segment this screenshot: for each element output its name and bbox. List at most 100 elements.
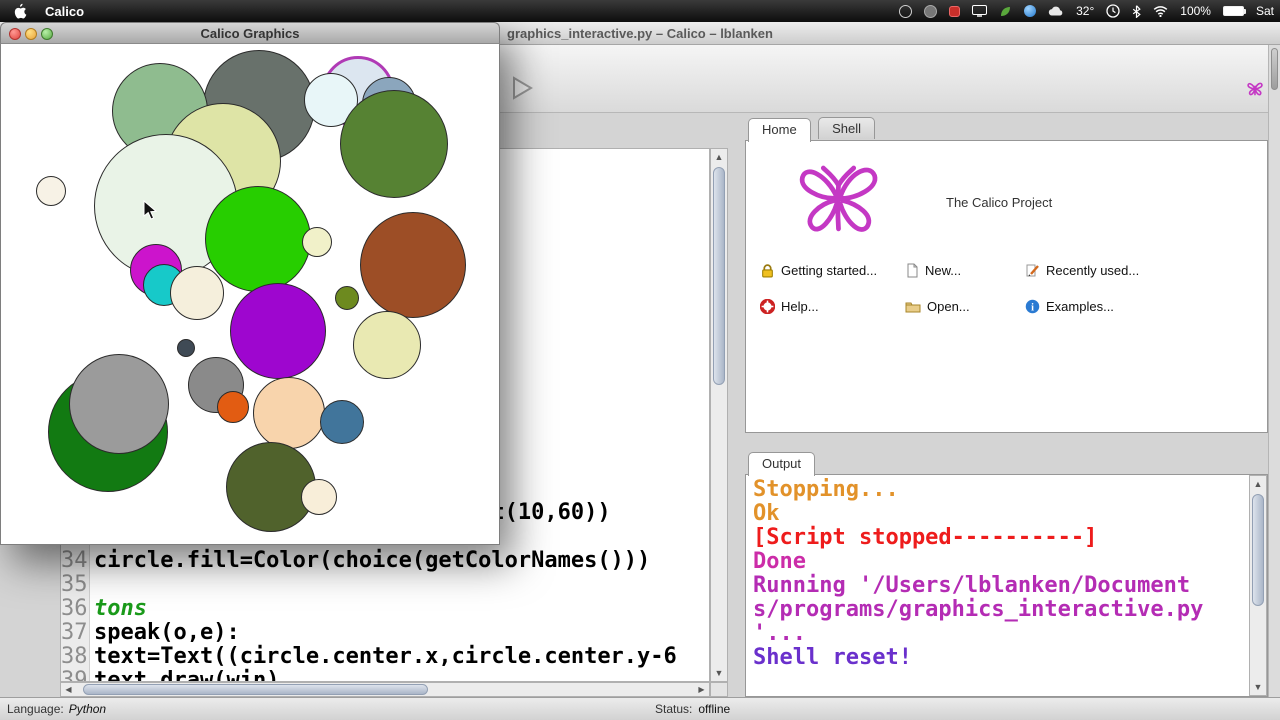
bluetooth-icon[interactable] (1132, 4, 1142, 18)
wifi-icon[interactable] (1153, 5, 1168, 17)
status-value: offline (698, 702, 731, 716)
recently-used-link[interactable]: Recently used... (1025, 263, 1139, 278)
recent-pencil-icon (1026, 264, 1039, 277)
code-text: speak(o,e): (94, 620, 240, 645)
zoom-button[interactable] (41, 28, 53, 40)
new-link[interactable]: New... (905, 263, 961, 278)
menubar-app-name[interactable]: Calico (45, 4, 84, 19)
line-number: 38 (61, 644, 88, 669)
editor-horizontal-scrollbar[interactable]: ◀ ▶ (60, 682, 710, 697)
battery-icon[interactable] (1222, 6, 1246, 16)
editor-vscroll-thumb[interactable] (713, 167, 725, 385)
getting-started-link[interactable]: Getting started... (760, 263, 877, 278)
code-line[interactable]: 38 text=Text((circle.center.x,circle.cent… (61, 645, 709, 669)
drawn-circle (69, 354, 169, 454)
scroll-up-arrow[interactable]: ▲ (1250, 476, 1266, 492)
output-line: Ok (753, 501, 780, 526)
battery-percent-label[interactable]: 100% (1180, 4, 1211, 18)
language-value: Python (68, 702, 107, 716)
open-link[interactable]: Open... (905, 299, 970, 314)
output-line: Done (753, 549, 806, 574)
code-line[interactable]: 35 (61, 573, 709, 597)
drawn-circle (335, 286, 359, 310)
output-line: Running '/Users/lblanken/Document (753, 573, 1191, 598)
scroll-down-arrow[interactable]: ▼ (711, 665, 727, 681)
editor-vertical-scrollbar[interactable]: ▲ ▼ (710, 148, 728, 682)
graphics-window-title: Calico Graphics (200, 26, 300, 41)
code-line[interactable]: 37 speak(o,e): (61, 621, 709, 645)
line-number: 37 (61, 620, 88, 645)
output-line: Stopping... (753, 478, 899, 502)
drawn-circle (320, 400, 364, 444)
new-file-icon (907, 263, 918, 278)
code-text: text.draw(win) (94, 668, 280, 682)
language-label: Language: (7, 702, 64, 716)
apple-menu-icon[interactable] (14, 3, 27, 19)
output-lines[interactable]: Stopping... Ok [Script stopped----------] D… (753, 478, 1245, 694)
help-link[interactable]: Help... (760, 299, 819, 314)
window-right-scrollbar-thumb[interactable] (1271, 48, 1278, 90)
temperature-label[interactable]: 32° (1076, 4, 1094, 18)
main-window-title: graphics_interactive.py – Calico – lblan… (507, 26, 773, 41)
code-text: circle.fill=Color(choice(getColorNames()… (94, 548, 651, 573)
drawn-circle (340, 90, 448, 198)
status-label: Status: (655, 702, 693, 716)
drawn-circle (170, 266, 224, 320)
code-text: text=Text((circle.center.x,circle.center… (94, 644, 677, 669)
scroll-up-arrow[interactable]: ▲ (711, 149, 727, 165)
drawn-circle (353, 311, 421, 379)
display-icon[interactable] (972, 5, 988, 17)
code-line[interactable]: 39 text.draw(win) (61, 669, 709, 682)
lock-icon (762, 264, 773, 278)
output-line: Shell reset! (753, 645, 912, 670)
code-line[interactable]: 36 tons (61, 597, 709, 621)
scroll-down-arrow[interactable]: ▼ (1250, 679, 1266, 695)
run-button[interactable] (512, 76, 534, 100)
camera-menu-icon[interactable] (924, 4, 938, 18)
graphics-window: Calico Graphics (0, 22, 500, 545)
time-machine-icon[interactable] (899, 4, 913, 18)
line-number: 39 (61, 668, 88, 682)
screen-record-icon[interactable] (949, 5, 961, 17)
scroll-left-arrow[interactable]: ◀ (61, 683, 76, 696)
drawn-circle (205, 186, 311, 292)
scrollbar-corner (710, 682, 728, 697)
line-number: 34 (61, 548, 88, 573)
close-button[interactable] (9, 28, 21, 40)
tab-shell[interactable]: Shell (818, 117, 876, 139)
tab-home[interactable]: Home (748, 118, 811, 142)
drawn-circle (36, 176, 66, 206)
tab-output[interactable]: Output (748, 452, 816, 476)
drawn-circle (177, 339, 195, 357)
graphics-canvas[interactable] (0, 44, 500, 545)
clock-icon[interactable] (1106, 4, 1120, 18)
output-line: '... (753, 621, 806, 646)
globe-icon[interactable] (1024, 5, 1037, 17)
output-vscroll-thumb[interactable] (1252, 494, 1264, 606)
drawn-circle (301, 479, 337, 515)
menubar: Calico 32° 100% Sat (0, 0, 1280, 22)
minimize-button[interactable] (25, 28, 37, 40)
open-folder-icon (905, 302, 921, 313)
drawn-circle (253, 377, 325, 449)
output-line: [Script stopped----------] (753, 525, 1098, 550)
drawn-circle (217, 391, 249, 423)
window-right-scrollbar[interactable] (1268, 45, 1280, 697)
graphics-window-titlebar[interactable]: Calico Graphics (0, 22, 500, 44)
output-vertical-scrollbar[interactable]: ▲ ▼ (1249, 475, 1267, 696)
examples-info-icon: i (1025, 299, 1040, 314)
leaf-icon[interactable] (999, 5, 1012, 18)
code-text: tons (94, 596, 147, 621)
code-line[interactable]: 34 circle.fill=Color(choice(getColorNames… (61, 549, 709, 573)
home-panel: The Calico Project Getting started... Ne… (745, 140, 1268, 433)
drawn-circle (360, 212, 466, 318)
calico-butterfly-icon[interactable] (1246, 79, 1264, 103)
examples-link[interactable]: i Examples... (1025, 299, 1114, 314)
editor-hscroll-thumb[interactable] (83, 684, 428, 695)
output-panel: Stopping... Ok [Script stopped----------] D… (745, 474, 1268, 697)
scroll-right-arrow[interactable]: ▶ (694, 683, 709, 696)
line-number: 36 (61, 596, 88, 621)
line-number: 35 (61, 572, 88, 597)
weather-cloud-icon[interactable] (1048, 6, 1064, 16)
menubar-day-label[interactable]: Sat (1256, 4, 1274, 18)
